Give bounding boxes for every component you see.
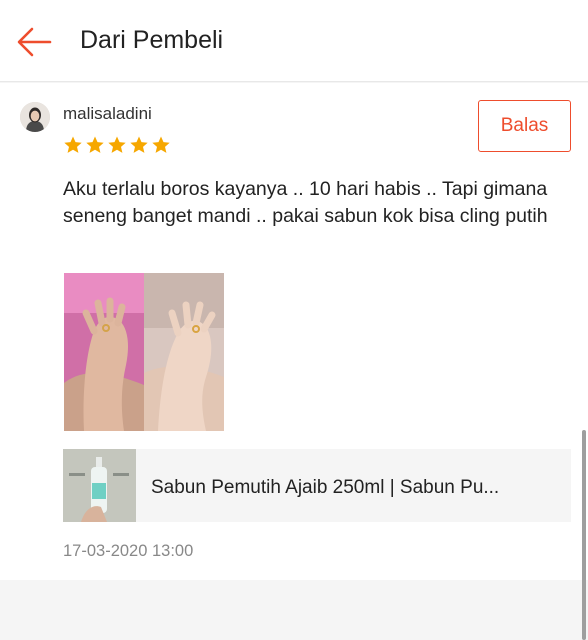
back-button[interactable]	[14, 24, 54, 60]
review-photos	[64, 273, 224, 431]
reviewer-name[interactable]: malisaladini	[63, 104, 152, 124]
reply-button[interactable]: Balas	[478, 100, 571, 152]
avatar-image	[20, 102, 50, 132]
star-icon	[152, 136, 170, 153]
review-comment: Aku terlalu boros kayanya .. 10 hari hab…	[63, 178, 548, 227]
product-link[interactable]: Sabun Pemutih Ajaib 250ml | Sabun Pu...	[63, 449, 571, 522]
review-card: malisaladini Balas Aku terlalu boros kay…	[0, 83, 588, 580]
rating-stars	[63, 135, 171, 157]
star-icon	[108, 136, 126, 153]
app-bar: Dari Pembeli	[0, 0, 588, 82]
review-photo-after[interactable]	[144, 273, 224, 431]
scrollbar[interactable]	[582, 430, 586, 640]
avatar[interactable]	[20, 102, 50, 132]
product-name: Sabun Pemutih Ajaib 250ml | Sabun Pu...	[151, 477, 500, 498]
star-icon	[86, 136, 104, 153]
arrow-left-icon	[17, 27, 52, 57]
review-photo-before[interactable]	[64, 273, 144, 431]
star-icon	[64, 136, 82, 153]
product-thumbnail	[63, 449, 136, 522]
review-date: 17-03-2020 13:00	[63, 542, 194, 560]
star-icon	[130, 136, 148, 153]
page-title: Dari Pembeli	[80, 26, 224, 54]
